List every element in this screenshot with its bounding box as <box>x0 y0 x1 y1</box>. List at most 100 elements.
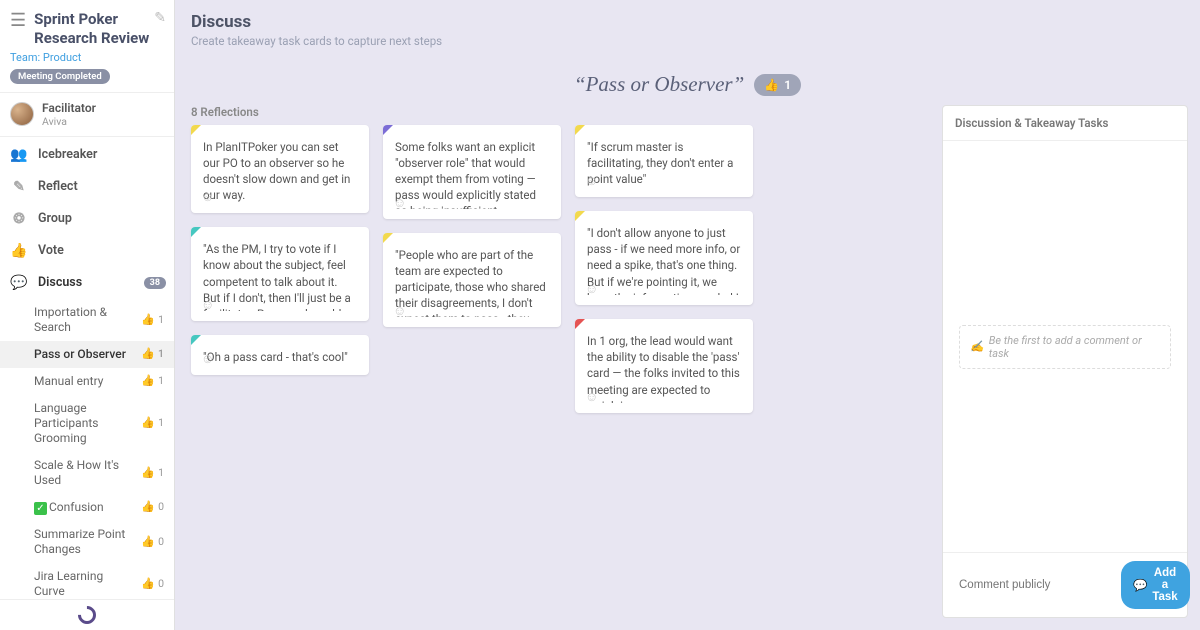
add-task-button[interactable]: 💬 Add a Task <box>1121 561 1190 609</box>
topic-vote-pill[interactable]: 👍 1 <box>754 74 801 96</box>
phase-reflect[interactable]: ✎ Reflect <box>0 171 174 203</box>
reflection-card[interactable]: "People who are part of the team are exp… <box>383 233 561 327</box>
people-icon: 👥 <box>10 147 28 163</box>
reflection-card[interactable]: "Oh a pass card - that's cool"☺ <box>191 335 369 375</box>
app-logo-icon[interactable] <box>74 602 99 627</box>
vote-count: 👍1 <box>141 347 164 361</box>
reflection-card[interactable]: "As the PM, I try to vote if I know abou… <box>191 227 369 321</box>
phase-vote[interactable]: 👍 Vote <box>0 235 174 267</box>
vote-count: 👍0 <box>141 500 164 514</box>
reflection-card[interactable]: "If scrum master is facilitating, they d… <box>575 125 753 197</box>
card-color-corner <box>575 319 585 329</box>
sidebar-footer <box>0 599 174 630</box>
vote-count: 👍0 <box>141 577 164 591</box>
reflection-card[interactable]: In 1 org, the lead would want the abilit… <box>575 319 753 413</box>
facilitator-name: Aviva <box>42 115 96 128</box>
write-icon: ✍️ <box>970 340 984 353</box>
sidebar-topic[interactable]: Scale & How It's Used👍1 <box>0 452 174 494</box>
thumb-up-icon: 👍 <box>141 416 155 430</box>
facilitator-block: Facilitator Aviva <box>0 93 174 137</box>
card-color-corner <box>575 211 585 221</box>
page-subtitle: Create takeaway task cards to capture ne… <box>191 34 1184 48</box>
reflection-column: "If scrum master is facilitating, they d… <box>575 125 753 413</box>
reflection-column: Some folks want an explicit "observer ro… <box>383 125 561 327</box>
card-color-corner <box>191 335 201 345</box>
add-reaction-icon[interactable]: ☺ <box>393 195 406 213</box>
topic-title-row: “Pass or Observer” 👍 1 <box>175 72 1200 97</box>
check-icon: ✓ <box>34 502 47 515</box>
empty-hint[interactable]: ✍️ Be the first to add a comment or task <box>959 325 1171 369</box>
vote-count: 👍1 <box>141 466 164 480</box>
card-text: "As the PM, I try to vote if I know abou… <box>203 241 357 311</box>
thumb-up-icon: 👍 <box>141 374 155 388</box>
sidebar-topic[interactable]: Pass or Observer👍1 <box>0 341 174 368</box>
vote-count: 👍0 <box>141 535 164 549</box>
sidebar-topic[interactable]: Summarize Point Changes👍0 <box>0 521 174 563</box>
panel-header: Discussion & Takeaway Tasks <box>943 106 1187 141</box>
card-color-corner <box>383 125 393 135</box>
avatar[interactable] <box>10 102 34 126</box>
card-text: "I don't allow anyone to just pass - if … <box>587 225 741 295</box>
thumb-up-icon: 👍 <box>764 78 779 92</box>
sidebar-topic[interactable]: Importation & Search👍1 <box>0 299 174 341</box>
status-badge: Meeting Completed <box>10 69 110 84</box>
card-color-corner <box>191 227 201 237</box>
vote-count: 👍1 <box>141 313 164 327</box>
add-reaction-icon[interactable]: ☺ <box>201 189 214 207</box>
reflection-card[interactable]: Some folks want an explicit "observer ro… <box>383 125 561 219</box>
topic-label: Importation & Search <box>34 305 141 335</box>
menu-icon[interactable]: ☰ <box>10 12 26 30</box>
panel-footer: 💬 Add a Task <box>943 552 1187 617</box>
topic-label: Language Participants Grooming <box>34 401 141 446</box>
main-area: Discuss Create takeaway task cards to ca… <box>175 0 1200 630</box>
meeting-title: Sprint Poker Research Review <box>34 10 164 48</box>
topic-label: Jira Learning Curve <box>34 569 141 599</box>
topic-label: Scale & How It's Used <box>34 458 141 488</box>
add-reaction-icon[interactable]: ☺ <box>585 281 598 299</box>
comment-input[interactable] <box>959 579 1113 591</box>
add-reaction-icon[interactable]: ☺ <box>201 351 214 369</box>
page-title: Discuss <box>191 12 1184 32</box>
sidebar-header: ☰ Sprint Poker Research Review ✎ Team: P… <box>0 0 174 93</box>
card-text: Some folks want an explicit "observer ro… <box>395 139 549 209</box>
sidebar-topic[interactable]: Jira Learning Curve👍0 <box>0 563 174 600</box>
phase-group[interactable]: ❂ Group <box>0 203 174 235</box>
add-reaction-icon[interactable]: ☺ <box>585 389 598 407</box>
edit-title-icon[interactable]: ✎ <box>154 10 166 26</box>
topic-title: “Pass or Observer” <box>574 72 744 97</box>
topic-label: Summarize Point Changes <box>34 527 141 557</box>
topic-label: Manual entry <box>34 374 141 389</box>
add-reaction-icon[interactable]: ☺ <box>585 173 598 191</box>
add-reaction-icon[interactable]: ☺ <box>201 297 214 315</box>
phase-discuss[interactable]: 💬 Discuss 38 <box>0 267 174 299</box>
sidebar: ☰ Sprint Poker Research Review ✎ Team: P… <box>0 0 175 630</box>
thumb-up-icon: 👍 <box>141 313 155 327</box>
role-label: Facilitator <box>42 101 96 115</box>
reflection-card[interactable]: "I don't allow anyone to just pass - if … <box>575 211 753 305</box>
sidebar-topic[interactable]: Manual entry👍1 <box>0 368 174 395</box>
card-color-corner <box>575 125 585 135</box>
main-header: Discuss Create takeaway task cards to ca… <box>175 0 1200 54</box>
phase-icebreaker[interactable]: 👥 Icebreaker <box>0 139 174 171</box>
reflection-card[interactable]: In PlanITPoker you can set our PO to an … <box>191 125 369 213</box>
card-color-corner <box>191 125 201 135</box>
card-text: In 1 org, the lead would want the abilit… <box>587 333 741 403</box>
team-link[interactable]: Team: Product <box>10 51 164 64</box>
thumb-up-icon: 👍 <box>141 500 155 514</box>
card-text: "Oh a pass card - that's cool" <box>203 349 357 365</box>
chat-icon: 💬 <box>10 275 28 291</box>
sidebar-topic[interactable]: Language Participants Grooming👍1 <box>0 395 174 452</box>
pencil-icon: ✎ <box>10 179 28 195</box>
add-reaction-icon[interactable]: ☺ <box>393 303 406 321</box>
sidebar-topic[interactable]: ✓Confusion👍0 <box>0 494 174 521</box>
phase-list: 👥 Icebreaker ✎ Reflect ❂ Group 👍 Vote 💬 … <box>0 137 174 600</box>
reflection-column: In PlanITPoker you can set our PO to an … <box>191 125 369 375</box>
panel-body: ✍️ Be the first to add a comment or task <box>943 141 1187 552</box>
card-color-corner <box>383 233 393 243</box>
discussion-panel: Discussion & Takeaway Tasks ✍️ Be the fi… <box>942 105 1188 618</box>
thumb-up-icon: 👍 <box>141 466 155 480</box>
card-text: "If scrum master is facilitating, they d… <box>587 139 741 187</box>
thumb-up-icon: 👍 <box>141 577 155 591</box>
plus-speech-icon: 💬 <box>1133 578 1147 592</box>
vote-count: 👍1 <box>141 374 164 388</box>
